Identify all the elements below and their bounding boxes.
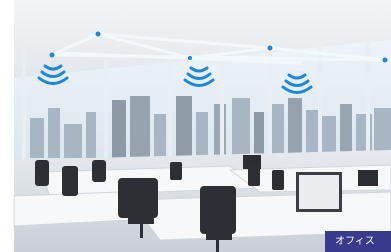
office-photo <box>0 0 391 252</box>
category-tag: オフィス <box>325 231 391 252</box>
